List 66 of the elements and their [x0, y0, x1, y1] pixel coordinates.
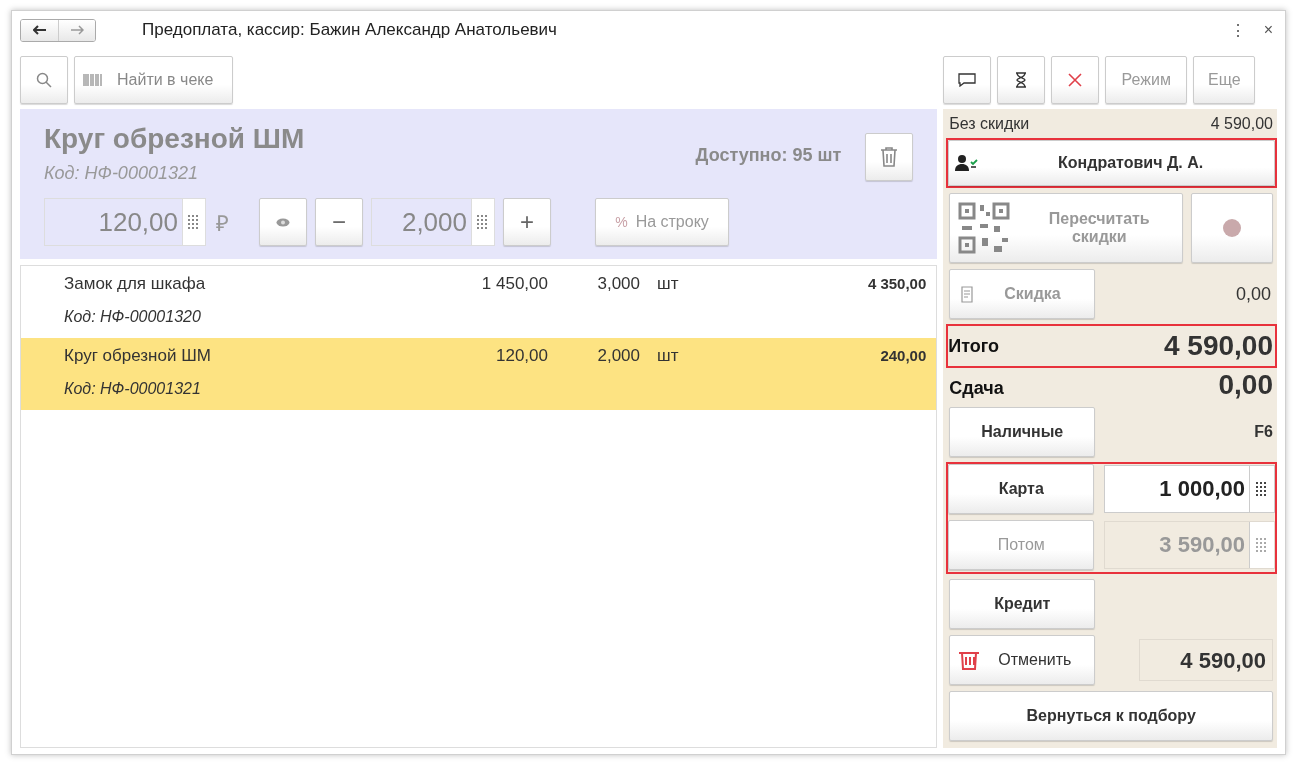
- item-quantity: 2,000: [596, 346, 640, 366]
- trash-icon: [958, 650, 981, 670]
- cash-button[interactable]: Наличные: [949, 407, 1096, 457]
- trash-icon: [879, 146, 900, 168]
- hourglass-icon: [1015, 72, 1028, 88]
- back-button[interactable]: [21, 19, 58, 41]
- keypad-icon: [188, 215, 200, 229]
- change-amount: 0,00: [1218, 369, 1273, 401]
- remaining-amount: 4 590,00: [1139, 639, 1273, 681]
- forward-arrow-icon: [70, 25, 84, 35]
- user-check-icon: [955, 154, 980, 172]
- available-quantity: Доступно: 95 шт: [695, 145, 842, 166]
- back-arrow-icon: [32, 25, 47, 35]
- percent-icon: %: [615, 214, 628, 230]
- item-name: Круг обрезной ШМ: [44, 123, 306, 155]
- credit-button[interactable]: Кредит: [949, 579, 1096, 629]
- speech-bubble-icon: [958, 73, 977, 87]
- customer-button[interactable]: Кондратович Д. А.: [948, 140, 1275, 186]
- total-label: Итого: [948, 335, 1000, 357]
- item-unit: шт: [656, 346, 680, 366]
- delete-button[interactable]: [865, 133, 914, 181]
- amount-field[interactable]: 1 000,00: [1104, 465, 1275, 513]
- item-code: Код: НФ-00001321: [44, 163, 199, 184]
- discount-amount: 0,00: [1235, 283, 1272, 305]
- keypad-icon: [1256, 538, 1268, 552]
- qr-code-icon: [958, 202, 1011, 254]
- payment-type-button[interactable]: Карта: [948, 464, 1095, 514]
- barcode-icon: [83, 74, 103, 86]
- search-icon: [36, 72, 52, 88]
- minus-button[interactable]: −: [315, 198, 363, 246]
- receipt-row[interactable]: Круг обрезной ШМ 120,00 2,000 шт 240,00 Код: НФ-00001321: [21, 338, 937, 410]
- keypad-icon: [1256, 482, 1268, 496]
- no-discount-amount: 4 590,00: [1210, 115, 1273, 133]
- defer-button[interactable]: [997, 56, 1046, 104]
- comment-button[interactable]: [943, 56, 992, 104]
- item-price: 1 450,00: [480, 274, 548, 294]
- eye-icon: [276, 217, 290, 227]
- item-name: Замок для шкафа: [63, 274, 207, 294]
- keypad-icon: [477, 215, 489, 229]
- close-button[interactable]: ×: [1259, 21, 1277, 39]
- plus-button[interactable]: +: [503, 198, 551, 246]
- percent-button[interactable]: [1191, 193, 1273, 263]
- item-name: Круг обрезной ШМ: [63, 346, 212, 366]
- item-sum: 240,00: [879, 347, 928, 364]
- item-unit: шт: [656, 274, 680, 294]
- find-in-receipt-button[interactable]: Найти в чеке: [74, 56, 233, 104]
- percent-circle-icon: [1223, 219, 1242, 237]
- window-title: Предоплата, кассир: Бажин Александр Анатольевич: [142, 20, 557, 40]
- item-code: Код: НФ-00001321: [63, 380, 202, 398]
- cancel-button[interactable]: Отменить: [949, 635, 1096, 685]
- no-discount-label: Без скидки: [949, 115, 1030, 133]
- search-button[interactable]: [20, 56, 68, 104]
- back-to-selection-button[interactable]: Вернуться к подбору: [949, 691, 1273, 741]
- currency-sign: ₽: [216, 210, 229, 237]
- item-sum: 4 350,00: [866, 275, 928, 292]
- menu-button[interactable]: ⋮: [1225, 20, 1250, 40]
- item-price: 120,00: [495, 346, 548, 366]
- item-code: Код: НФ-00001320: [63, 308, 202, 326]
- hotkey-label: F6: [1254, 423, 1273, 441]
- total-amount: 4 590,00: [1164, 330, 1273, 362]
- cancel-receipt-button[interactable]: [1051, 56, 1100, 104]
- view-button[interactable]: [259, 198, 307, 246]
- receipt-row[interactable]: Замок для шкафа 1 450,00 3,000 шт 4 350,00 Код: НФ-00001320: [21, 266, 937, 338]
- item-quantity: 3,000: [596, 274, 640, 294]
- change-label: Сдача: [949, 378, 1004, 399]
- close-icon: [1068, 73, 1083, 87]
